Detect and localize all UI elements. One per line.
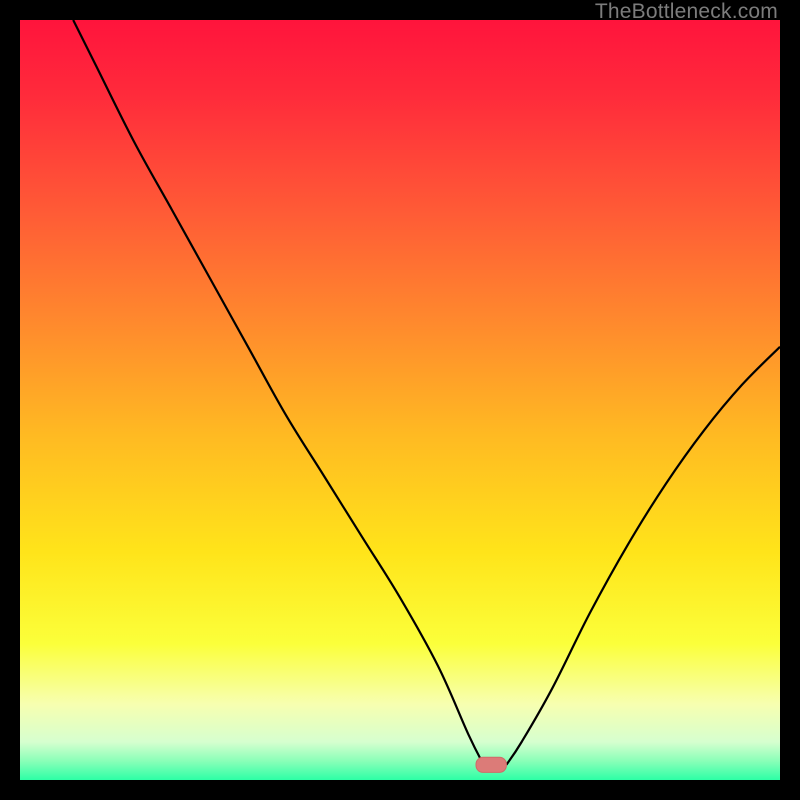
bottleneck-chart — [20, 20, 780, 780]
watermark-text: TheBottleneck.com — [595, 0, 778, 24]
optimal-marker — [476, 757, 506, 772]
chart-background — [20, 20, 780, 780]
chart-frame — [20, 20, 780, 780]
